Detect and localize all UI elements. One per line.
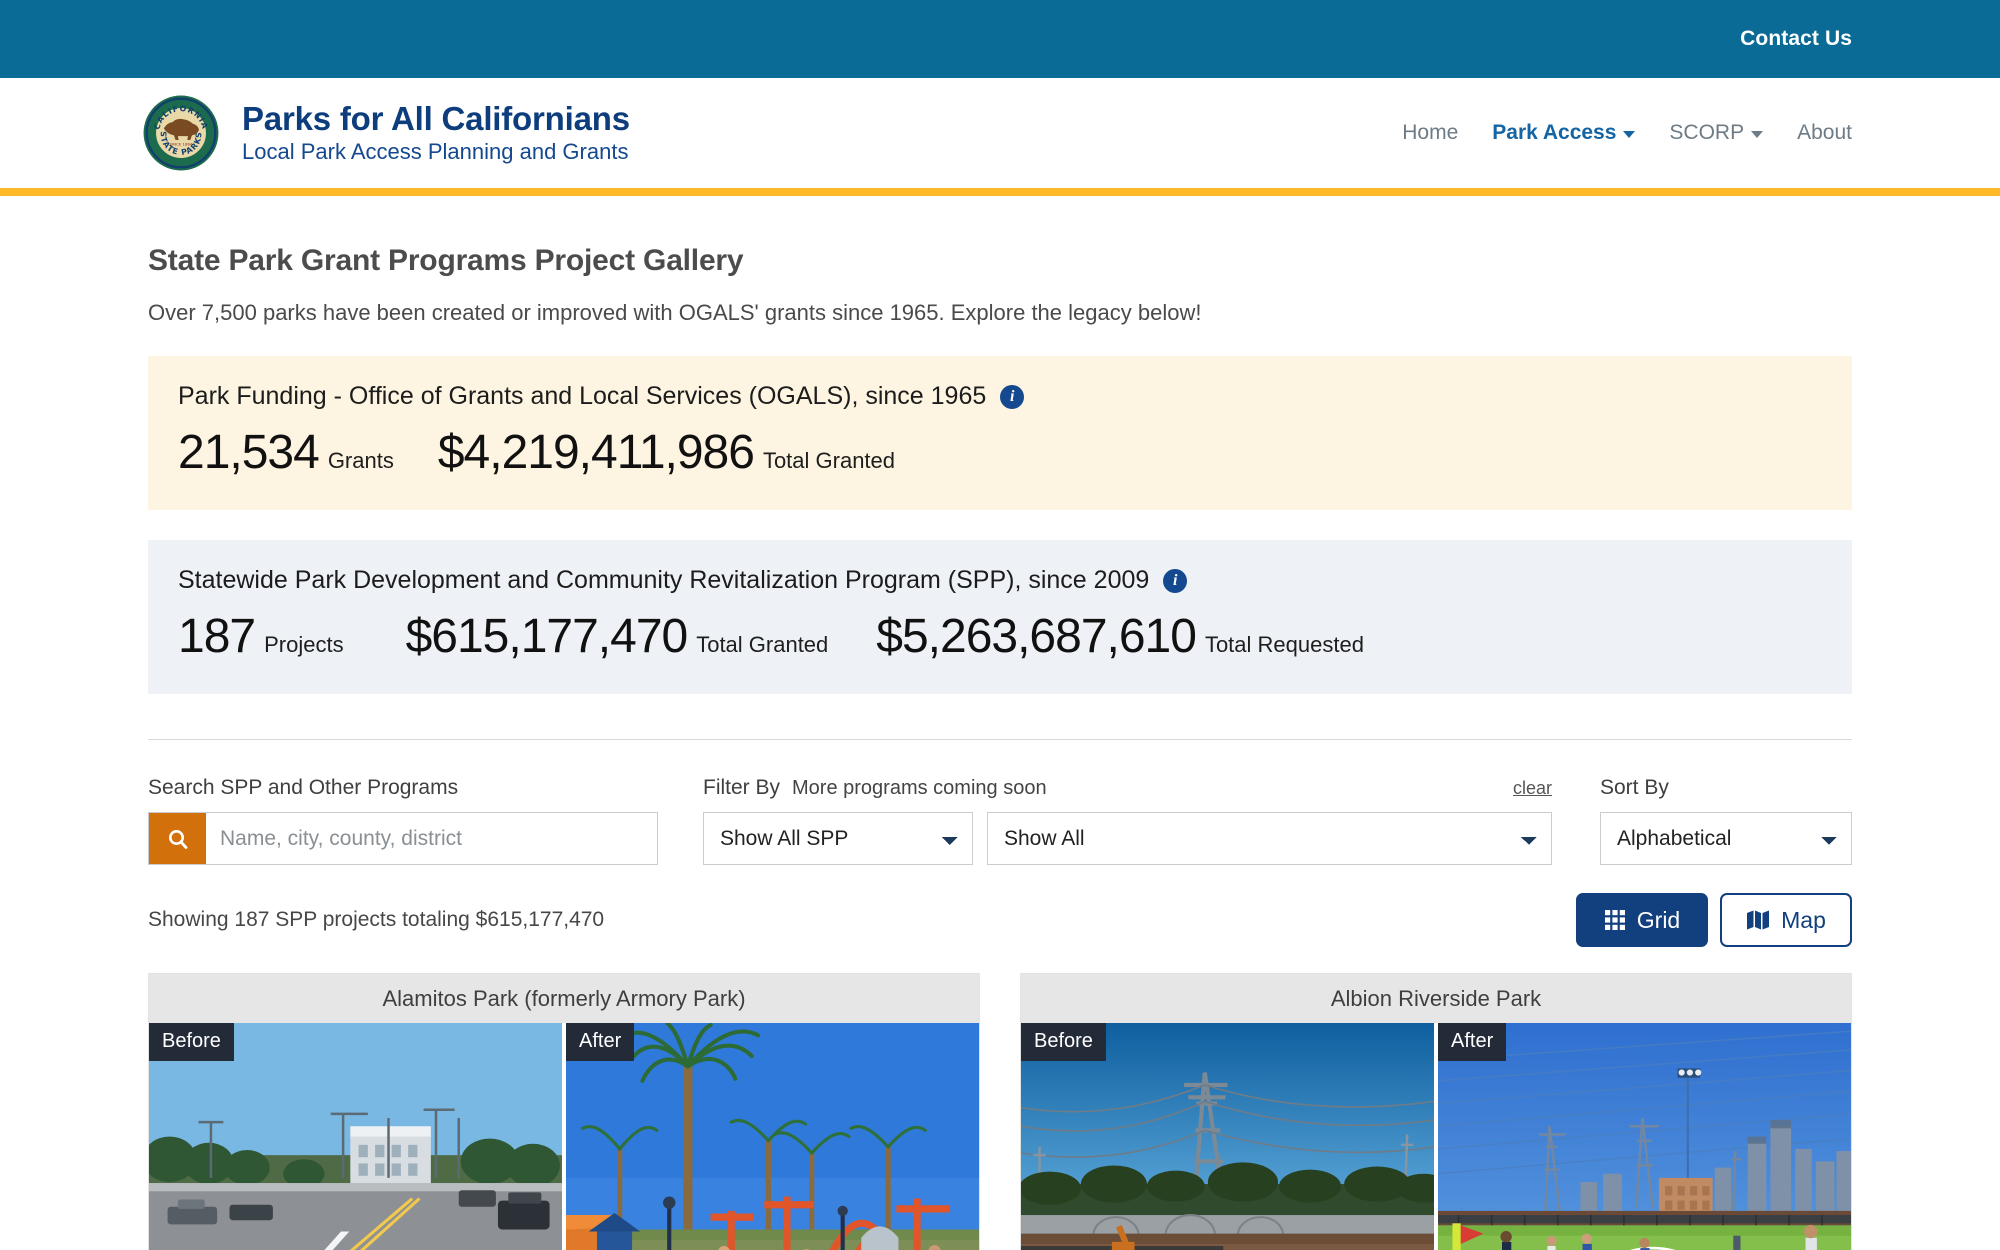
sort-label: Sort By [1600, 776, 1669, 799]
sort-by-select[interactable]: Alphabetical [1600, 812, 1852, 865]
project-title: Alamitos Park (formerly Armory Park) [149, 974, 979, 1023]
search-input[interactable] [206, 813, 657, 864]
stat-projects: 187 Projects [178, 609, 344, 664]
results-summary: Showing 187 SPP projects totaling $615,1… [148, 908, 605, 931]
project-grid: Alamitos Park (formerly Armory Park) Bef… [148, 973, 1852, 1250]
section-divider [148, 739, 1852, 740]
stat-value: $615,177,470 [405, 610, 689, 663]
stat-value: 187 [178, 610, 256, 663]
panel-spp-program: Statewide Park Development and Community… [148, 540, 1852, 694]
filter-label-row: Filter By More programs coming soon clea… [703, 776, 1552, 800]
panel-stats: 187 Projects $615,177,470 Total Granted … [178, 609, 1822, 664]
chevron-down-icon [1751, 131, 1764, 138]
after-badge: After [1438, 1023, 1507, 1061]
filter-selects: Show All SPP Show All [703, 812, 1552, 865]
site-masthead: CALIFORNIA STATE PARKS SINCE 1864 Parks … [0, 78, 2000, 188]
search-box [148, 812, 658, 865]
stat-label: Total Requested [1204, 632, 1364, 657]
map-icon [1747, 910, 1770, 930]
filters-toolbar: Search SPP and Other Programs Filter By … [148, 776, 1852, 865]
stat-value: $5,263,687,610 [876, 610, 1197, 663]
grid-view-label: Grid [1636, 906, 1681, 933]
filter-hint: More programs coming soon [792, 777, 1047, 799]
before-badge: Before [149, 1023, 234, 1061]
page-subtitle: Over 7,500 parks have been created or im… [148, 300, 1202, 325]
results-row: Showing 187 SPP projects totaling $615,1… [148, 893, 1852, 947]
panel-heading: Statewide Park Development and Community… [178, 566, 1150, 594]
california-state-parks-seal-icon: CALIFORNIA STATE PARKS SINCE 1864 [142, 94, 220, 172]
stat-label: Grants [327, 448, 394, 473]
stat-value: $4,219,411,986 [437, 426, 755, 479]
stat-value: 21,534 [178, 426, 320, 479]
main-navigation: Home Park Access SCORP About [1402, 121, 1852, 145]
stat-total-granted: $4,219,411,986 Total Granted [438, 425, 895, 480]
gold-accent-bar [0, 188, 2000, 196]
brand-subtitle: Local Park Access Planning and Grants [242, 139, 629, 165]
search-label: Search SPP and Other Programs [148, 776, 459, 799]
sort-label-row: Sort By [1600, 776, 1852, 800]
nav-label: About [1797, 121, 1852, 144]
svg-text:SINCE 1864: SINCE 1864 [170, 141, 193, 146]
before-image[interactable]: Before [1021, 1023, 1434, 1250]
clear-filters-link[interactable]: clear [1513, 778, 1552, 799]
page-content: State Park Grant Programs Project Galler… [0, 244, 2000, 1250]
nav-label: Home [1402, 121, 1459, 144]
before-badge: Before [1021, 1023, 1106, 1061]
stat-total-requested: $5,263,687,610 Total Requested [876, 609, 1364, 664]
map-view-button[interactable]: Map [1720, 893, 1852, 947]
brand-block[interactable]: CALIFORNIA STATE PARKS SINCE 1864 Parks … [142, 94, 630, 172]
before-image[interactable]: Before [149, 1023, 562, 1250]
panel-heading-row: Statewide Park Development and Community… [178, 566, 1822, 595]
brand-title: Parks for All Californians [242, 100, 630, 138]
stat-label: Projects [264, 632, 344, 657]
secondary-filter-select[interactable]: Show All [987, 812, 1552, 865]
filter-label: Filter By [703, 776, 781, 799]
search-label-row: Search SPP and Other Programs [148, 776, 658, 800]
project-card[interactable]: Alamitos Park (formerly Armory Park) Bef… [148, 973, 980, 1250]
grid-view-button[interactable]: Grid [1576, 893, 1708, 947]
nav-item-scorp[interactable]: SCORP [1669, 121, 1764, 145]
info-icon[interactable]: i [1000, 384, 1025, 409]
panel-heading-row: Park Funding - Office of Grants and Loca… [178, 382, 1822, 411]
info-icon[interactable]: i [1163, 568, 1188, 593]
nav-label: SCORP [1669, 121, 1745, 144]
filter-column: Filter By More programs coming soon clea… [703, 776, 1552, 865]
nav-label: Park Access [1492, 121, 1617, 144]
chevron-down-icon [1623, 131, 1636, 138]
panel-stats: 21,534 Grants $4,219,411,986 Total Grant… [178, 425, 1822, 480]
map-view-label: Map [1781, 906, 1826, 933]
panel-ogals-funding: Park Funding - Office of Grants and Loca… [148, 356, 1852, 510]
search-button[interactable] [149, 813, 206, 864]
view-toggle-group: Grid Map [1576, 893, 1852, 947]
project-title: Albion Riverside Park [1021, 974, 1851, 1023]
nav-item-home[interactable]: Home [1402, 121, 1458, 145]
panel-heading: Park Funding - Office of Grants and Loca… [178, 382, 987, 410]
sort-column: Sort By Alphabetical [1600, 776, 1852, 865]
nav-item-park-access[interactable]: Park Access [1492, 121, 1636, 145]
stat-grants: 21,534 Grants [178, 425, 394, 480]
before-after-images: Before After [149, 1023, 979, 1250]
search-column: Search SPP and Other Programs [148, 776, 658, 865]
grid-icon [1604, 910, 1625, 930]
top-utility-bar: Contact Us [0, 0, 2000, 78]
after-badge: After [566, 1023, 635, 1061]
stat-label: Total Granted [762, 448, 896, 473]
after-image[interactable]: After [1434, 1023, 1851, 1250]
stat-total-granted: $615,177,470 Total Granted [406, 609, 829, 664]
contact-us-link[interactable]: Contact Us [1740, 27, 1852, 51]
project-card[interactable]: Albion Riverside Park Before After [1020, 973, 1852, 1250]
before-after-images: Before After [1021, 1023, 1851, 1250]
page-title: State Park Grant Programs Project Galler… [148, 244, 744, 277]
after-image[interactable]: After [562, 1023, 979, 1250]
program-filter-select[interactable]: Show All SPP [703, 812, 973, 865]
stat-label: Total Granted [696, 632, 829, 657]
nav-item-about[interactable]: About [1797, 121, 1852, 145]
search-icon [168, 829, 187, 849]
